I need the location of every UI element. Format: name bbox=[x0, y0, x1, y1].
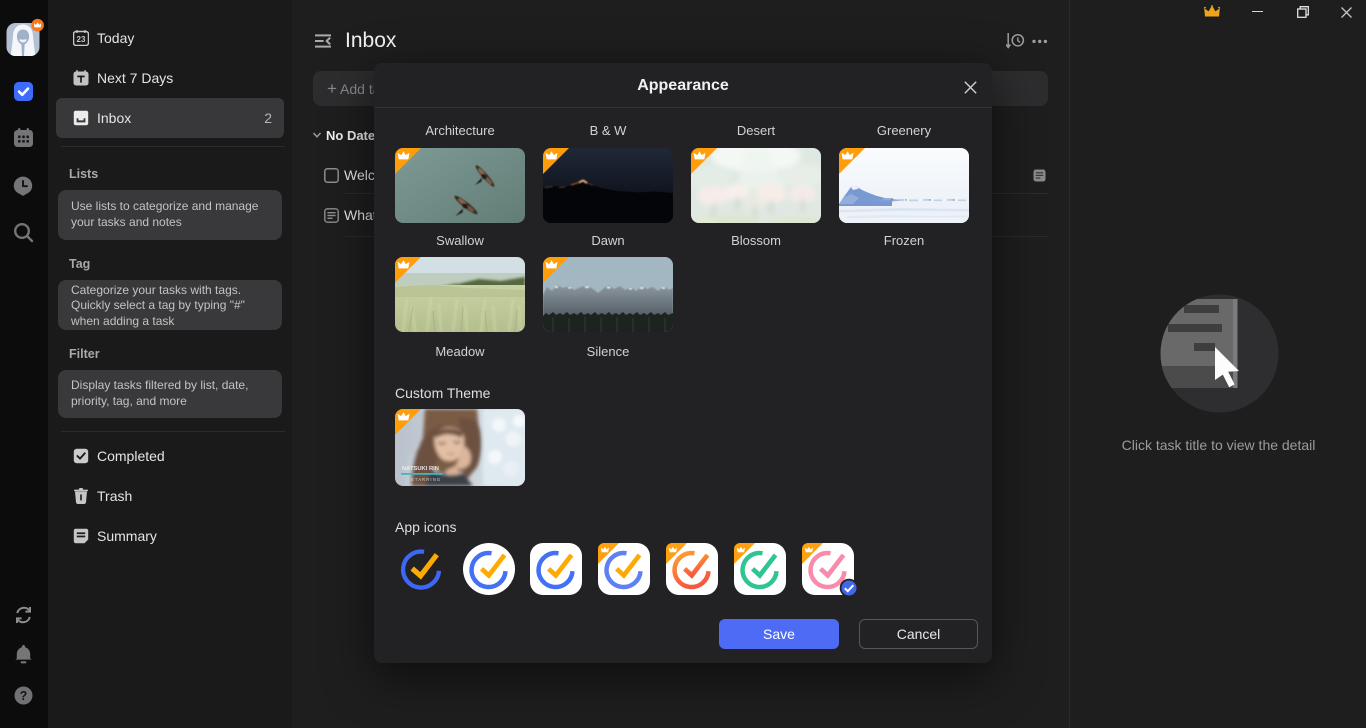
svg-text:?: ? bbox=[20, 689, 28, 703]
svg-text:NATSUKI RIN: NATSUKI RIN bbox=[402, 466, 439, 472]
svg-text:S T A R R I N G: S T A R R I N G bbox=[411, 477, 440, 482]
svg-text:23: 23 bbox=[77, 35, 86, 44]
